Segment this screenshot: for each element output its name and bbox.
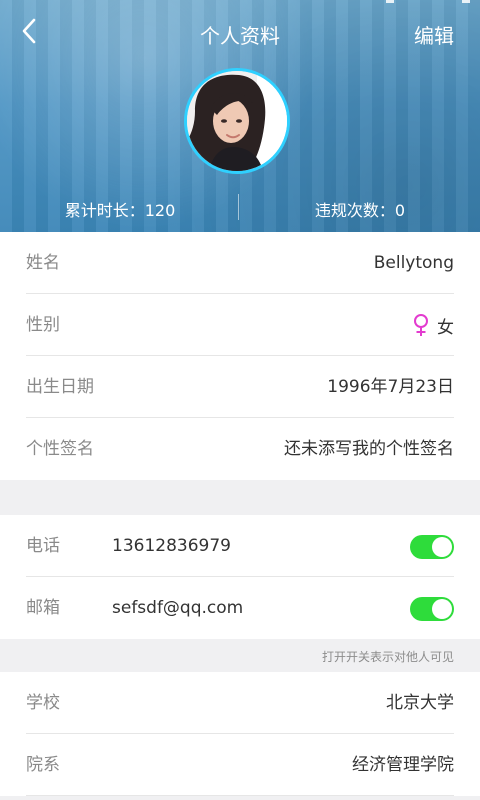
avatar[interactable] [184, 68, 290, 174]
stats-divider [238, 194, 239, 220]
department-row[interactable]: 院系 经济管理学院 [0, 734, 480, 796]
visibility-hint: 打开开关表示对他人可见 [321, 650, 454, 664]
edit-button[interactable]: 编辑 [414, 20, 454, 49]
profile-header: 个人资料 编辑 累计时长：120 违规次数：0 [0, 0, 480, 232]
signature-label: 个性签名 [26, 439, 94, 459]
total-time-stat: 累计时长：120 [64, 201, 176, 220]
name-label: 姓名 [26, 253, 60, 273]
email-value: sefsdf@qq.com [112, 598, 244, 618]
violations-stat: 违规次数：0 [314, 201, 406, 220]
school-row[interactable]: 学校 北京大学 [0, 672, 480, 734]
gender-value-wrap: 女 [411, 294, 454, 356]
name-value: Bellytong [373, 253, 454, 273]
signature-value: 还未添写我的个性签名 [284, 439, 454, 459]
name-row[interactable]: 姓名 Bellytong [0, 232, 480, 294]
phone-label: 电话 [26, 536, 60, 556]
user-photo [187, 71, 287, 171]
email-label: 邮箱 [26, 598, 60, 618]
status-indicator [462, 0, 470, 3]
school-value: 北京大学 [386, 693, 454, 713]
signature-row[interactable]: 个性签名 还未添写我的个性签名 [0, 418, 480, 480]
gender-value: 女 [437, 317, 454, 338]
school-label: 学校 [26, 693, 60, 713]
female-icon [414, 314, 428, 336]
phone-row: 电话 13612836979 [0, 515, 480, 577]
profile-info-section: 姓名 Bellytong 性别 女 出生日期 1996年7月23日 个性签名 还… [0, 232, 480, 480]
gender-row[interactable]: 性别 女 [0, 294, 480, 356]
email-visibility-toggle[interactable] [410, 597, 454, 621]
toggle-knob [432, 537, 452, 557]
birthday-value: 1996年7月23日 [327, 377, 454, 397]
visibility-hint-bar: 打开开关表示对他人可见 [0, 640, 480, 670]
phone-value: 13612836979 [112, 536, 231, 556]
page-title: 个人资料 [200, 24, 280, 48]
phone-visibility-toggle[interactable] [410, 535, 454, 559]
department-label: 院系 [26, 755, 60, 775]
status-indicator [386, 0, 394, 3]
birthday-label: 出生日期 [26, 377, 94, 397]
divider [26, 795, 454, 796]
stats-bar: 累计时长：120 违规次数：0 [0, 194, 480, 222]
education-section: 学校 北京大学 院系 经济管理学院 [0, 672, 480, 796]
gender-label: 性别 [26, 315, 60, 335]
toggle-knob [432, 599, 452, 619]
birthday-row[interactable]: 出生日期 1996年7月23日 [0, 356, 480, 418]
contact-section: 电话 13612836979 邮箱 sefsdf@qq.com [0, 515, 480, 639]
email-row: 邮箱 sefsdf@qq.com [0, 577, 480, 639]
department-value: 经济管理学院 [352, 755, 454, 775]
